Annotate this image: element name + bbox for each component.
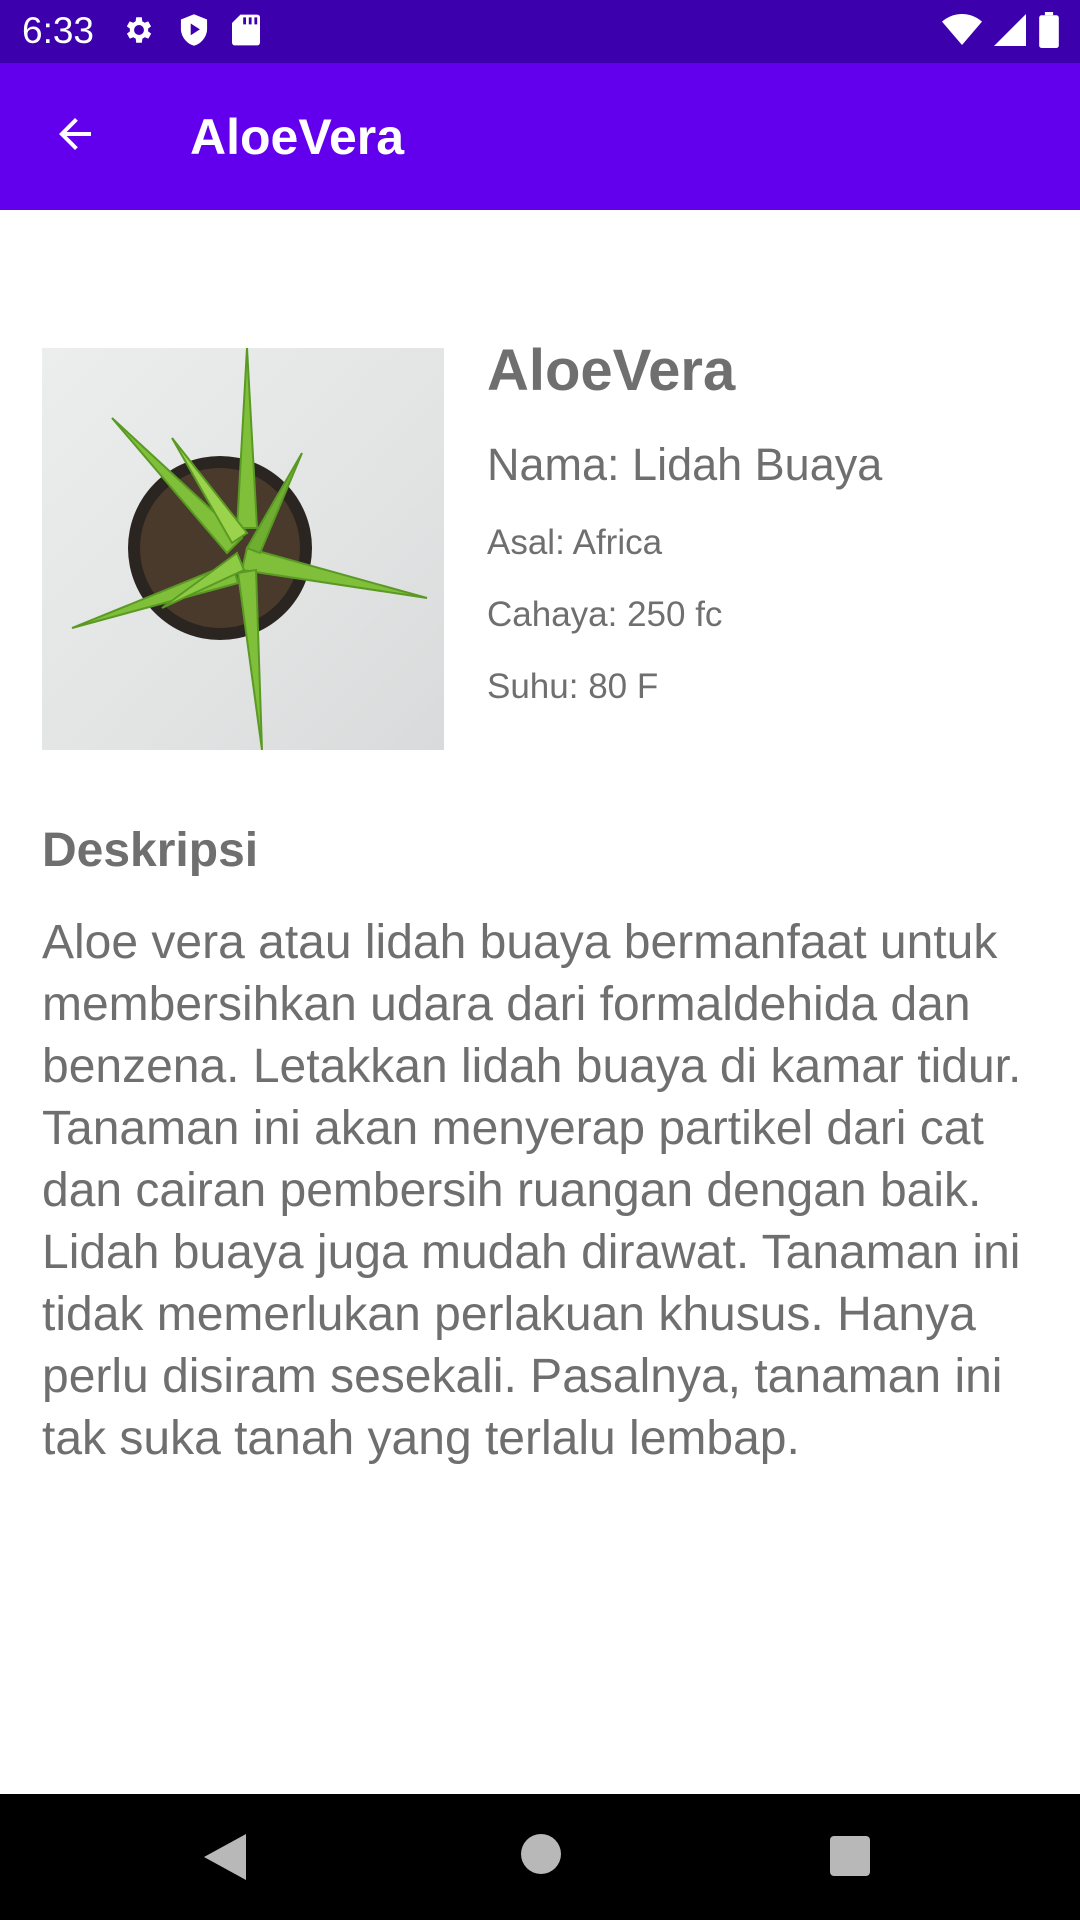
wifi-icon — [942, 13, 982, 52]
signal-icon — [994, 13, 1026, 52]
plant-local-name: Nama: Lidah Buaya — [487, 439, 883, 490]
nav-home-icon[interactable] — [521, 1834, 561, 1879]
nav-recents-icon[interactable] — [830, 1836, 870, 1881]
gear-icon — [122, 13, 156, 52]
plant-image — [42, 348, 444, 750]
plant-light: Cahaya: 250 fc — [487, 595, 723, 634]
app-bar: AloeVera — [0, 63, 1080, 210]
plant-name: AloeVera — [487, 338, 736, 403]
back-button[interactable] — [40, 101, 110, 171]
status-icons-right — [942, 12, 1060, 53]
status-time: 6:33 — [22, 10, 95, 51]
battery-icon — [1038, 12, 1060, 53]
description-title: Deskripsi — [42, 824, 259, 877]
status-icons-left — [122, 13, 260, 52]
plant-temperature: Suhu: 80 F — [487, 667, 659, 706]
plant-origin: Asal: Africa — [487, 523, 663, 562]
arrow-back-icon — [51, 110, 99, 163]
shield-play-icon — [178, 13, 210, 52]
sd-card-icon — [232, 13, 260, 52]
status-bar: 6:33 — [0, 0, 1080, 63]
navigation-bar — [0, 1794, 1080, 1920]
description-text: Aloe vera atau lidah buaya bermanfaat un… — [42, 916, 1022, 1465]
app-title: AloeVera — [190, 109, 405, 165]
nav-back-icon[interactable] — [204, 1834, 246, 1885]
